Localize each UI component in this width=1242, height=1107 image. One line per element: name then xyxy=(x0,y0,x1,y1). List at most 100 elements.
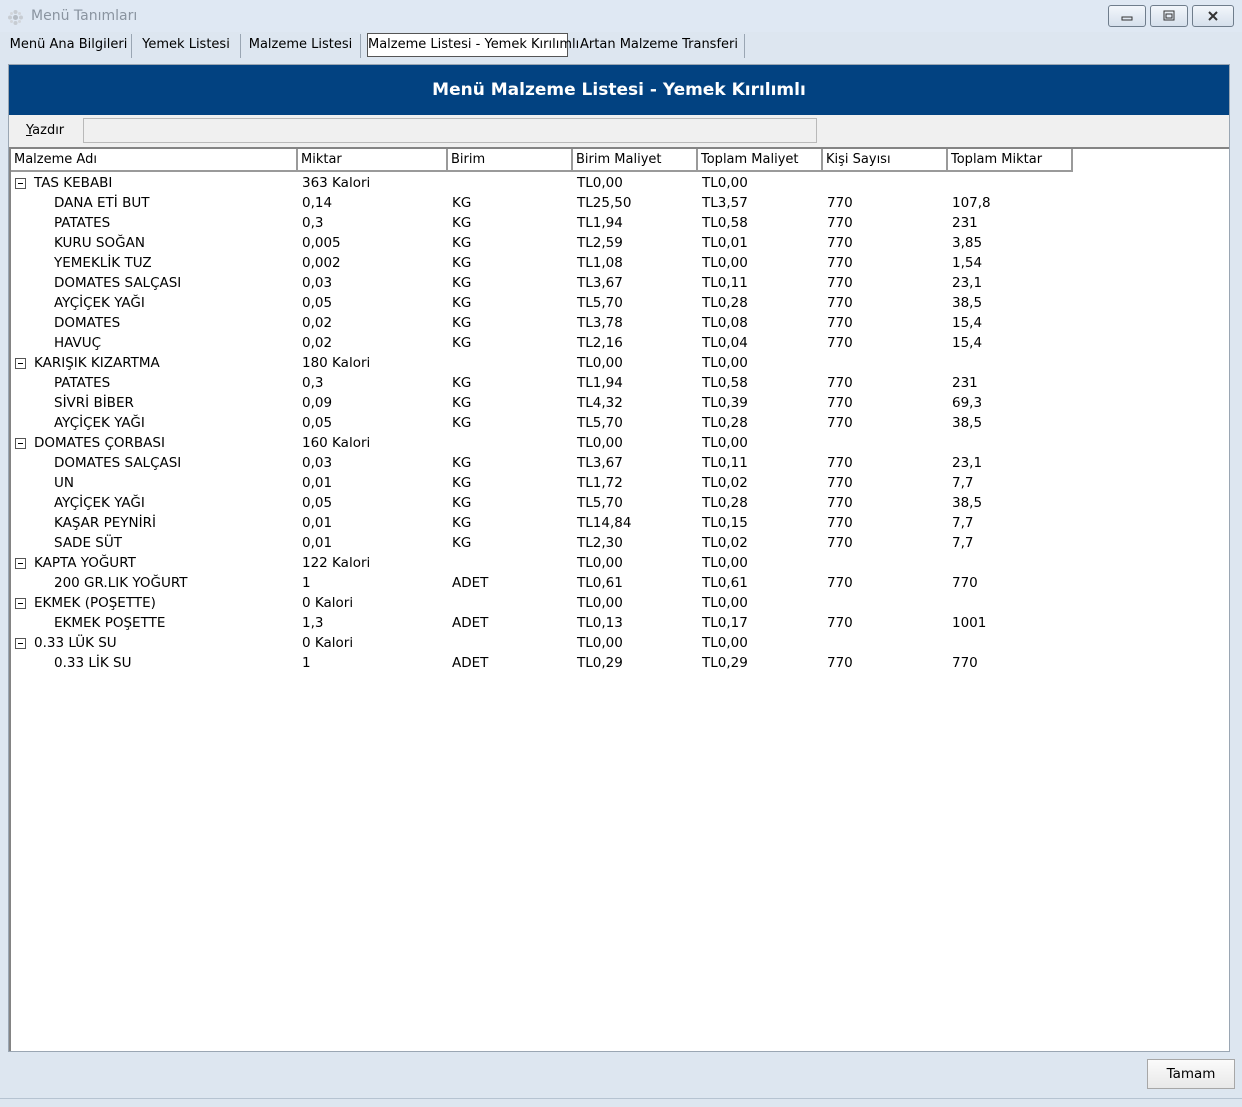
table-row[interactable]: 200 GR.LIK YOĞURT 1 ADET TL0,61 TL0,61 770 770 xyxy=(11,573,1111,593)
table-row[interactable]: DOMATES 0,02 KG TL3,78 TL0,08 770 15,4 xyxy=(11,313,1111,333)
cell-birim-maliyet: TL2,59 xyxy=(577,235,623,251)
panel-header: Menü Malzeme Listesi - Yemek Kırılımlı xyxy=(9,65,1229,115)
tab-malzeme-listesi[interactable]: Malzeme Listesi xyxy=(241,34,361,58)
cell-malzeme-adi: DOMATES SALÇASI xyxy=(54,275,182,291)
cell-toplam-miktar: 15,4 xyxy=(952,335,983,351)
tab-menu-ana-bilgileri[interactable]: Menü Ana Bilgileri xyxy=(6,34,132,58)
tab-bar: Menü Ana Bilgileri Yemek Listesi Malzeme… xyxy=(0,32,1242,58)
cell-birim-maliyet: TL5,70 xyxy=(577,415,623,431)
cell-miktar: 0,01 xyxy=(302,515,333,531)
cell-birim-maliyet: TL3,67 xyxy=(577,275,623,291)
cell-toplam-miktar: 231 xyxy=(952,375,978,391)
cell-toplam-maliyet: TL0,00 xyxy=(702,635,748,651)
col-header-toplam-maliyet[interactable]: Toplam Maliyet xyxy=(698,149,823,172)
cell-birim: KG xyxy=(452,215,472,231)
table-row[interactable]: KURU SOĞAN 0,005 KG TL2,59 TL0,01 770 3,85 xyxy=(11,233,1111,253)
cell-miktar: 0,03 xyxy=(302,275,333,291)
cell-miktar: 0,3 xyxy=(302,375,324,391)
table-row[interactable]: PATATES 0,3 KG TL1,94 TL0,58 770 231 xyxy=(11,373,1111,393)
table-row[interactable]: PATATES 0,3 KG TL1,94 TL0,58 770 231 xyxy=(11,213,1111,233)
tab-yemek-listesi[interactable]: Yemek Listesi xyxy=(132,34,241,58)
ingredient-grid[interactable]: Malzeme Adı Miktar Birim Birim Maliyet Topla… xyxy=(9,147,1229,1051)
col-header-miktar[interactable]: Miktar xyxy=(298,149,448,172)
table-row[interactable]: SADE SÜT 0,01 KG TL2,30 TL0,02 770 7,7 xyxy=(11,533,1111,553)
cell-birim-maliyet: TL0,13 xyxy=(577,615,623,631)
group-row[interactable]: KARIŞIK KIZARTMA 180 Kalori TL0,00 TL0,00 xyxy=(11,353,1111,373)
cell-malzeme-adi: DOMATES ÇORBASI xyxy=(34,435,165,451)
cell-birim-maliyet: TL0,29 xyxy=(577,655,623,671)
table-row[interactable]: SİVRİ BİBER 0,09 KG TL4,32 TL0,39 770 69,3 xyxy=(11,393,1111,413)
table-row[interactable]: AYÇİÇEK YAĞI 0,05 KG TL5,70 TL0,28 770 38,5 xyxy=(11,413,1111,433)
col-header-kisi-sayisi[interactable]: Kişi Sayısı xyxy=(823,149,948,172)
collapse-icon[interactable] xyxy=(15,178,26,189)
cell-toplam-maliyet: TL0,15 xyxy=(702,515,748,531)
restore-button[interactable] xyxy=(1150,5,1188,27)
collapse-icon[interactable] xyxy=(15,638,26,649)
cell-toplam-maliyet: TL0,02 xyxy=(702,475,748,491)
tab-artan-malzeme-transferi[interactable]: Artan Malzeme Transferi xyxy=(574,34,745,58)
collapse-icon[interactable] xyxy=(15,438,26,449)
cell-miktar: 0,09 xyxy=(302,395,333,411)
tab-label: Menü Ana Bilgileri xyxy=(9,37,128,52)
table-row[interactable]: 0.33 LİK SU 1 ADET TL0,29 TL0,29 770 770 xyxy=(11,653,1111,673)
col-header-malzeme-adi[interactable]: Malzeme Adı xyxy=(11,149,298,172)
ok-label: Tamam xyxy=(1166,1066,1216,1082)
cell-malzeme-adi: DOMATES xyxy=(54,315,121,331)
table-row[interactable]: DOMATES SALÇASI 0,03 KG TL3,67 TL0,11 770 23,1 xyxy=(11,273,1111,293)
cell-malzeme-adi: DOMATES SALÇASI xyxy=(54,455,182,471)
cell-kisi-sayisi: 770 xyxy=(827,455,853,471)
cell-toplam-maliyet: TL0,00 xyxy=(702,555,748,571)
window-title: Menü Tanımları xyxy=(31,8,138,24)
close-button[interactable] xyxy=(1192,5,1234,27)
cell-kisi-sayisi: 770 xyxy=(827,315,853,331)
cell-toplam-miktar: 770 xyxy=(952,655,978,671)
minimize-button[interactable] xyxy=(1108,5,1146,27)
title-bar: Menü Tanımları xyxy=(0,0,1242,32)
collapse-icon[interactable] xyxy=(15,558,26,569)
table-row[interactable]: EKMEK POŞETTE 1,3 ADET TL0,13 TL0,17 770 1001 xyxy=(11,613,1111,633)
cell-malzeme-adi: EKMEK (POŞETTE) xyxy=(34,595,156,611)
cell-malzeme-adi: SİVRİ BİBER xyxy=(54,395,134,411)
cell-malzeme-adi: KARIŞIK KIZARTMA xyxy=(34,355,160,371)
window-bottom-border xyxy=(0,1098,1242,1107)
cell-malzeme-adi: KURU SOĞAN xyxy=(54,235,145,251)
cell-birim-maliyet: TL0,00 xyxy=(577,555,623,571)
group-row[interactable]: EKMEK (POŞETTE) 0 Kalori TL0,00 TL0,00 xyxy=(11,593,1111,613)
cell-birim: KG xyxy=(452,295,472,311)
table-row[interactable]: AYÇİÇEK YAĞI 0,05 KG TL5,70 TL0,28 770 38,5 xyxy=(11,293,1111,313)
table-row[interactable]: DANA ETİ BUT 0,14 KG TL25,50 TL3,57 770 107,8 xyxy=(11,193,1111,213)
table-row[interactable]: KAŞAR PEYNİRİ 0,01 KG TL14,84 TL0,15 770 7,7 xyxy=(11,513,1111,533)
group-row[interactable]: 0.33 LÜK SU 0 Kalori TL0,00 TL0,00 xyxy=(11,633,1111,653)
table-row[interactable]: UN 0,01 KG TL1,72 TL0,02 770 7,7 xyxy=(11,473,1111,493)
group-row[interactable]: KAPTA YOĞURT 122 Kalori TL0,00 TL0,00 xyxy=(11,553,1111,573)
cell-malzeme-adi: EKMEK POŞETTE xyxy=(54,615,166,631)
cell-toplam-maliyet: TL0,17 xyxy=(702,615,748,631)
cell-toplam-miktar: 1001 xyxy=(952,615,987,631)
cell-malzeme-adi: UN xyxy=(54,475,74,491)
table-row[interactable]: DOMATES SALÇASI 0,03 KG TL3,67 TL0,11 770 23,1 xyxy=(11,453,1111,473)
table-row[interactable]: HAVUÇ 0,02 KG TL2,16 TL0,04 770 15,4 xyxy=(11,333,1111,353)
print-button[interactable]: Yazdır xyxy=(26,123,64,138)
collapse-icon[interactable] xyxy=(15,358,26,369)
col-header-toplam-miktar[interactable]: Toplam Miktar xyxy=(948,149,1073,172)
ok-button[interactable]: Tamam xyxy=(1147,1059,1235,1089)
group-row[interactable]: TAS KEBABI 363 Kalori TL0,00 TL0,00 xyxy=(11,173,1111,193)
cell-birim: KG xyxy=(452,375,472,391)
cell-birim: KG xyxy=(452,255,472,271)
cell-birim: ADET xyxy=(452,655,489,671)
col-header-birim-maliyet[interactable]: Birim Maliyet xyxy=(573,149,698,172)
cell-malzeme-adi: KAPTA YOĞURT xyxy=(34,555,136,571)
cell-kisi-sayisi: 770 xyxy=(827,655,853,671)
collapse-icon[interactable] xyxy=(15,598,26,609)
cell-malzeme-adi: KAŞAR PEYNİRİ xyxy=(54,515,156,531)
cell-malzeme-adi: AYÇİÇEK YAĞI xyxy=(54,295,145,311)
table-row[interactable]: YEMEKLİK TUZ 0,002 KG TL1,08 TL0,00 770 1,54 xyxy=(11,253,1111,273)
cell-toplam-maliyet: TL0,39 xyxy=(702,395,748,411)
cell-toplam-maliyet: TL0,58 xyxy=(702,215,748,231)
tab-malzeme-listesi-yemek-kirilimli[interactable]: Malzeme Listesi - Yemek Kırılımlı xyxy=(367,33,579,57)
cell-birim-maliyet: TL25,50 xyxy=(577,195,632,211)
cell-toplam-maliyet: TL3,57 xyxy=(702,195,748,211)
group-row[interactable]: DOMATES ÇORBASI 160 Kalori TL0,00 TL0,00 xyxy=(11,433,1111,453)
table-row[interactable]: AYÇİÇEK YAĞI 0,05 KG TL5,70 TL0,28 770 38,5 xyxy=(11,493,1111,513)
col-header-birim[interactable]: Birim xyxy=(448,149,573,172)
